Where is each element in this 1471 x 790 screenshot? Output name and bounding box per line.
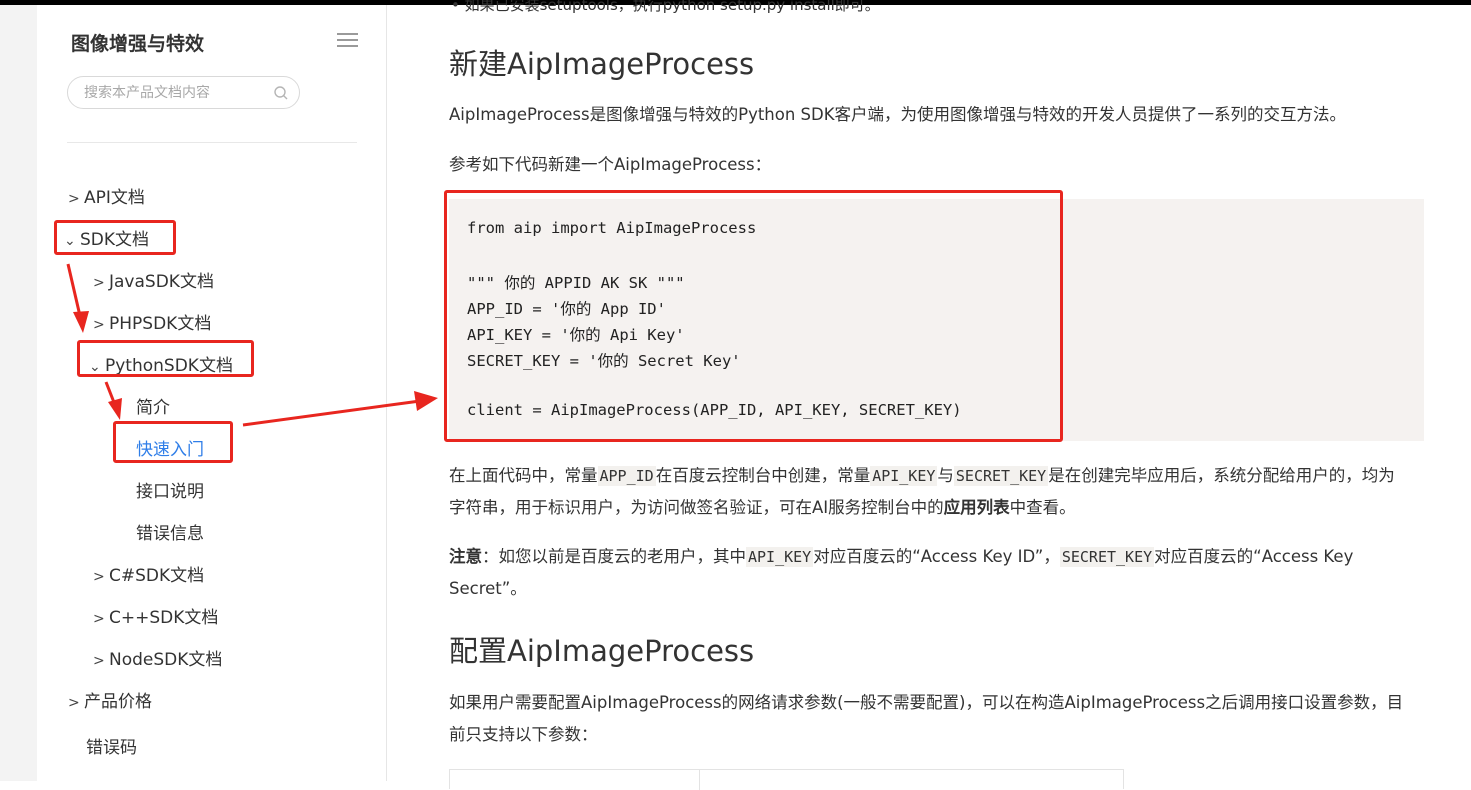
- chevron-right-icon: >: [93, 569, 105, 585]
- inline-code: SECRET_KEY: [953, 466, 1049, 486]
- sidebar-item-error-info[interactable]: 错误信息: [136, 519, 204, 544]
- sidebar-item-intro[interactable]: 简介: [136, 393, 170, 418]
- sidebar-item-label: SDK文档: [80, 230, 150, 250]
- constants-paragraph: 在上面代码中，常量 APP_ID 在百度云控制台中创建，常量 API_KEY 与 SECR…: [449, 466, 1395, 517]
- sidebar-item-label: PythonSDK文档: [105, 356, 233, 376]
- sidebar-title: 图像增强与特效: [71, 33, 205, 55]
- heading-config-client: 配置AipImageProcess: [449, 634, 755, 668]
- sidebar-item-label: 错误码: [86, 738, 137, 758]
- chevron-down-icon: ⌄: [64, 233, 76, 249]
- code-line: APP_ID = '你的 App ID': [467, 300, 666, 318]
- sidebar-item-nodesdk[interactable]: > NodeSDK文档: [93, 645, 222, 670]
- main-content: • 如果已安装setuptools，执行python setup.py inst…: [387, 0, 1471, 790]
- sidebar-item-error-codes[interactable]: 错误码: [86, 733, 137, 758]
- inline-code: API_KEY: [746, 547, 814, 567]
- code-line: SECRET_KEY = '你的 Secret Key': [467, 352, 741, 370]
- sidebar-item-cppsdk[interactable]: > C++SDK文档: [93, 603, 218, 628]
- sidebar-item-label: 快速入门: [136, 440, 204, 460]
- chevron-right-icon: >: [93, 653, 105, 669]
- sidebar: 图像增强与特效 >API文档 ⌄SDK文档 >JavaSDK文档 >PHPSDK…: [37, 5, 387, 781]
- sidebar-item-label: 产品价格: [84, 692, 152, 712]
- sidebar-item-label: JavaSDK文档: [109, 272, 214, 292]
- sidebar-item-pythonsdk[interactable]: ⌄ PythonSDK文档: [89, 351, 233, 376]
- sidebar-item-quickstart[interactable]: 快速入门: [136, 435, 204, 460]
- sidebar-item-label: 简介: [136, 398, 170, 418]
- sidebar-item-javasdk[interactable]: > JavaSDK文档: [93, 267, 214, 292]
- sidebar-item-label: 错误信息: [136, 524, 204, 544]
- sidebar-item-pricing[interactable]: > 产品价格: [68, 687, 152, 712]
- search-input[interactable]: [84, 84, 264, 102]
- menu-icon[interactable]: [337, 33, 358, 48]
- note-label: 注意: [449, 547, 482, 566]
- code-line: API_KEY = '你的 Api Key': [467, 326, 685, 344]
- chevron-right-icon: >: [68, 191, 80, 207]
- inline-code: API_KEY: [870, 466, 938, 486]
- code-line: from aip import AipImageProcess: [467, 219, 757, 237]
- chevron-right-icon: >: [93, 611, 105, 627]
- sidebar-item-csharpsdk[interactable]: > C#SDK文档: [93, 561, 204, 586]
- chevron-down-icon: ⌄: [89, 359, 101, 375]
- app-list-link: 应用列表: [943, 498, 1010, 517]
- chevron-right-icon: >: [93, 317, 105, 333]
- intro-paragraph: AipImageProcess是图像增强与特效的Python SDK客户端，为使…: [449, 105, 1347, 124]
- sidebar-item-label: 接口说明: [136, 482, 204, 502]
- params-table: [449, 769, 1124, 790]
- search-box[interactable]: [67, 76, 300, 109]
- sidebar-item-label: NodeSDK文档: [109, 650, 223, 670]
- search-icon[interactable]: [273, 85, 289, 101]
- sidebar-item-sdk-docs[interactable]: ⌄ SDK文档: [64, 225, 149, 250]
- code-line: """ 你的 APPID AK SK """: [467, 274, 685, 292]
- code-block: from aip import AipImageProcess """ 你的 A…: [449, 199, 1424, 441]
- inline-code: SECRET_KEY: [1059, 547, 1155, 567]
- chevron-right-icon: >: [93, 275, 105, 291]
- reference-paragraph: 参考如下代码新建一个AipImageProcess：: [449, 155, 772, 174]
- heading-new-client: 新建AipImageProcess: [449, 47, 755, 81]
- note-paragraph: 注意：如您以前是百度云的老用户，其中 API_KEY 对应百度云的“Access K…: [449, 547, 1354, 598]
- sidebar-item-label: PHPSDK文档: [109, 314, 212, 334]
- sidebar-item-api-desc[interactable]: 接口说明: [136, 477, 204, 502]
- code-line: client = AipImageProcess(APP_ID, API_KEY…: [467, 401, 962, 419]
- sidebar-item-label: C#SDK文档: [109, 566, 205, 586]
- sidebar-item-api-docs[interactable]: > API文档: [68, 183, 145, 208]
- config-paragraph: 如果用户需要配置AipImageProcess的网络请求参数(一般不需要配置)，…: [449, 693, 1404, 744]
- sidebar-item-label: C++SDK文档: [109, 608, 219, 628]
- install-note: • 如果已安装setuptools，执行python setup.py inst…: [451, 0, 880, 14]
- sidebar-item-label: API文档: [84, 188, 145, 208]
- sidebar-divider: [67, 142, 357, 143]
- chevron-right-icon: >: [68, 695, 80, 711]
- sidebar-item-phpsdk[interactable]: > PHPSDK文档: [93, 309, 211, 334]
- inline-code: APP_ID: [597, 466, 656, 486]
- left-gutter: [0, 5, 37, 781]
